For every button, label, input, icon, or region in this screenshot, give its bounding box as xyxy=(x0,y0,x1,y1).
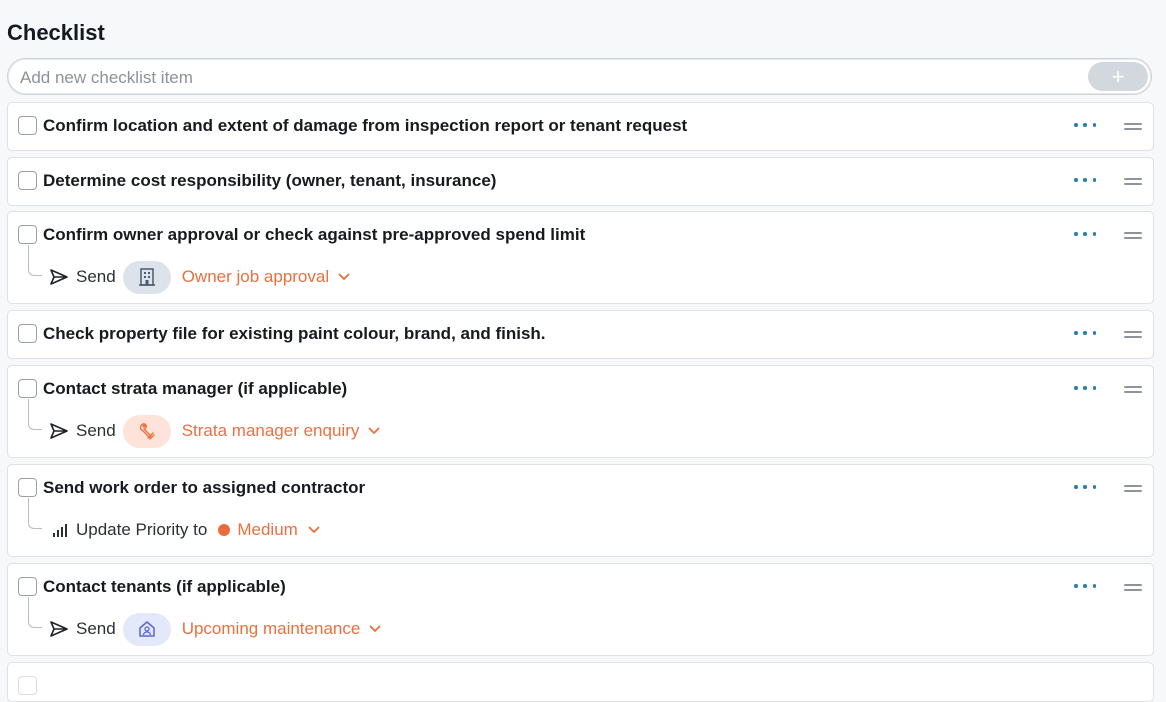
add-item-button[interactable]: + xyxy=(1088,62,1148,91)
more-options-icon[interactable] xyxy=(1074,380,1096,396)
template-dropdown[interactable]: Strata manager enquiry xyxy=(182,421,381,441)
more-options-icon[interactable] xyxy=(1074,172,1096,188)
checklist-item: Check property file for existing paint c… xyxy=(7,310,1154,359)
action-verb: Send xyxy=(76,421,116,440)
chevron-down-icon xyxy=(338,273,350,281)
drag-handle-icon[interactable] xyxy=(1124,484,1142,492)
template-label: Upcoming maintenance xyxy=(181,619,361,638)
more-options-icon[interactable] xyxy=(1074,479,1096,495)
more-options-icon[interactable] xyxy=(1074,578,1096,594)
checklist-item: Contact strata manager (if applicable) S… xyxy=(7,365,1154,458)
item-checkbox[interactable] xyxy=(18,225,37,244)
item-checkbox[interactable] xyxy=(18,577,37,596)
send-icon xyxy=(48,618,70,640)
item-checkbox[interactable] xyxy=(18,379,37,398)
item-checkbox[interactable] xyxy=(18,676,37,695)
signal-bars-icon xyxy=(48,519,70,541)
item-checkbox[interactable] xyxy=(18,116,37,135)
drag-handle-icon[interactable] xyxy=(1124,330,1142,338)
item-label: Determine cost responsibility (owner, te… xyxy=(43,171,497,190)
action-verb: Send xyxy=(76,619,116,638)
item-action: Send Upcoming maintenance xyxy=(48,612,381,646)
priority-value: Medium xyxy=(237,520,298,539)
item-action: Send Owner job approval xyxy=(48,260,350,294)
drag-handle-icon[interactable] xyxy=(1124,177,1142,185)
add-item-row: + xyxy=(7,58,1152,96)
checklist-item: Confirm owner approval or check against … xyxy=(7,211,1154,304)
send-icon xyxy=(48,266,70,288)
template-label: Strata manager enquiry xyxy=(181,421,360,440)
chevron-down-icon xyxy=(368,427,380,435)
item-checkbox[interactable] xyxy=(18,171,37,190)
action-connector xyxy=(28,498,42,529)
item-action: Update Priority to Medium xyxy=(48,513,320,547)
more-options-icon[interactable] xyxy=(1074,325,1096,341)
plus-icon: + xyxy=(1111,63,1125,89)
action-connector xyxy=(28,597,42,628)
more-options-icon[interactable] xyxy=(1074,117,1096,133)
building-icon xyxy=(122,260,171,294)
action-verb: Send xyxy=(76,267,116,286)
item-action: Send Strata manager enquiry xyxy=(48,414,380,448)
checklist-item: Send work order to assigned contractor U… xyxy=(7,464,1154,557)
priority-dropdown[interactable]: Medium xyxy=(237,520,320,540)
house-person-icon xyxy=(122,612,171,646)
drag-handle-icon[interactable] xyxy=(1124,231,1142,239)
item-label: Confirm location and extent of damage fr… xyxy=(43,116,688,135)
add-item-input[interactable] xyxy=(18,59,1082,96)
checklist-item xyxy=(7,662,1154,702)
item-label: Check property file for existing paint c… xyxy=(43,324,546,343)
wrench-hand-icon xyxy=(122,414,171,448)
action-verb: Update Priority to xyxy=(76,520,208,539)
chevron-down-icon xyxy=(369,625,381,633)
priority-status-dot xyxy=(218,524,231,536)
item-checkbox[interactable] xyxy=(18,324,37,343)
item-checkbox[interactable] xyxy=(18,478,37,497)
template-dropdown[interactable]: Owner job approval xyxy=(182,267,350,287)
send-icon xyxy=(48,420,70,442)
chevron-down-icon xyxy=(308,526,320,534)
checklist-item: Contact tenants (if applicable) Send Upc… xyxy=(7,563,1154,656)
checklist-item: Determine cost responsibility (owner, te… xyxy=(7,157,1154,206)
drag-handle-icon[interactable] xyxy=(1124,122,1142,130)
drag-handle-icon[interactable] xyxy=(1124,583,1142,591)
checklist-item: Confirm location and extent of damage fr… xyxy=(7,102,1154,151)
action-connector xyxy=(28,399,42,430)
item-label: Contact tenants (if applicable) xyxy=(43,577,286,596)
drag-handle-icon[interactable] xyxy=(1124,385,1142,393)
more-options-icon[interactable] xyxy=(1074,226,1096,242)
template-label: Owner job approval xyxy=(181,267,330,286)
page-title: Checklist xyxy=(7,20,105,45)
item-label: Confirm owner approval or check against … xyxy=(43,225,586,244)
item-label: Contact strata manager (if applicable) xyxy=(43,379,348,398)
template-dropdown[interactable]: Upcoming maintenance xyxy=(182,619,382,639)
item-label: Send work order to assigned contractor xyxy=(43,478,366,497)
action-connector xyxy=(28,245,42,276)
